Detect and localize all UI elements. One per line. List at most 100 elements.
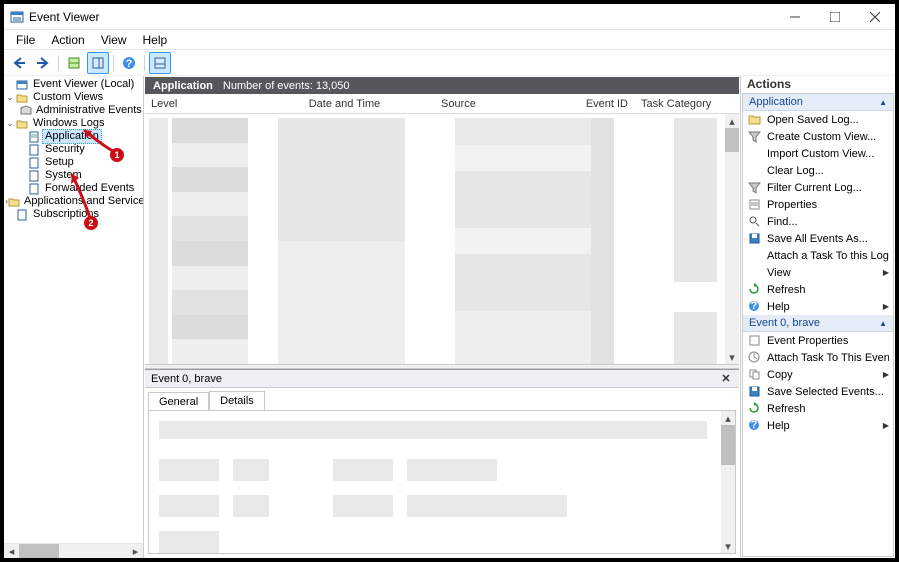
svg-text:?: ? bbox=[750, 300, 757, 312]
menu-file[interactable]: File bbox=[8, 31, 43, 49]
tree-event-viewer-root[interactable]: ▾Event Viewer (Local) bbox=[5, 78, 143, 91]
window-title: Event Viewer bbox=[29, 10, 775, 24]
submenu-arrow-icon: ▶ bbox=[883, 302, 889, 311]
navigation-tree-pane: ▾Event Viewer (Local) ⌄Custom Views ·Adm… bbox=[4, 76, 144, 558]
detail-body: ▴ ▾ bbox=[148, 410, 736, 554]
refresh-icon bbox=[747, 402, 761, 416]
action-help[interactable]: ?Help▶ bbox=[743, 298, 893, 315]
column-header-category[interactable]: Task Category bbox=[635, 98, 725, 110]
action-event-properties[interactable]: Event Properties bbox=[743, 332, 893, 349]
scroll-down-icon[interactable]: ▾ bbox=[721, 539, 735, 553]
action-refresh[interactable]: Refresh bbox=[743, 281, 893, 298]
action-clear-log[interactable]: Clear Log... bbox=[743, 162, 893, 179]
scrollbar-thumb[interactable] bbox=[19, 544, 59, 559]
minimize-button[interactable] bbox=[775, 4, 815, 30]
svg-text:?: ? bbox=[126, 58, 133, 70]
help-icon: ? bbox=[747, 419, 761, 433]
action-view[interactable]: View▶ bbox=[743, 264, 893, 281]
events-pane: Application Number of events: 13,050 Lev… bbox=[144, 76, 741, 558]
log-name-label: Application bbox=[153, 80, 213, 92]
column-header-date[interactable]: Date and Time bbox=[255, 98, 435, 110]
scroll-right-icon[interactable]: ▸ bbox=[128, 544, 143, 559]
submenu-arrow-icon: ▶ bbox=[883, 421, 889, 430]
action-filter-current-log[interactable]: Filter Current Log... bbox=[743, 179, 893, 196]
action-create-custom-view[interactable]: Create Custom View... bbox=[743, 128, 893, 145]
actions-title: Actions bbox=[741, 76, 895, 93]
close-button[interactable] bbox=[855, 4, 895, 30]
action-save-all-events[interactable]: Save All Events As... bbox=[743, 230, 893, 247]
actions-pane: Actions Application▲ Open Saved Log... C… bbox=[741, 76, 895, 558]
action-properties[interactable]: Properties bbox=[743, 196, 893, 213]
scroll-left-icon[interactable]: ◂ bbox=[4, 544, 19, 559]
chevron-up-icon: ▲ bbox=[879, 98, 887, 107]
scrollbar-thumb[interactable] bbox=[721, 425, 735, 465]
menubar: File Action View Help bbox=[4, 30, 895, 50]
find-icon bbox=[747, 215, 761, 229]
show-hide-action-pane-button[interactable] bbox=[87, 52, 109, 74]
save-icon bbox=[747, 232, 761, 246]
scrollbar-thumb[interactable] bbox=[725, 128, 739, 152]
blank-icon bbox=[747, 266, 761, 280]
detail-tabs: General Details bbox=[145, 388, 739, 410]
back-button[interactable] bbox=[8, 52, 30, 74]
menu-view[interactable]: View bbox=[93, 31, 135, 49]
events-grid[interactable]: ▴ ▾ bbox=[145, 114, 739, 364]
toolbar-separator bbox=[144, 55, 145, 71]
action-find[interactable]: Find... bbox=[743, 213, 893, 230]
column-header-level[interactable]: Level bbox=[145, 98, 255, 110]
tree-administrative-events[interactable]: ·Administrative Events bbox=[5, 104, 143, 117]
menu-action[interactable]: Action bbox=[43, 31, 92, 49]
actions-section-event[interactable]: Event 0, brave▲ bbox=[743, 315, 893, 332]
tree-subscriptions[interactable]: ·Subscriptions bbox=[5, 208, 143, 221]
events-vertical-scrollbar[interactable]: ▴ ▾ bbox=[725, 114, 739, 364]
submenu-arrow-icon: ▶ bbox=[883, 370, 889, 379]
scroll-up-icon[interactable]: ▴ bbox=[725, 114, 739, 128]
copy-icon bbox=[747, 368, 761, 382]
scroll-down-icon[interactable]: ▾ bbox=[725, 350, 739, 364]
detail-title: Event 0, brave bbox=[151, 373, 719, 385]
pixelated-content bbox=[159, 421, 707, 543]
event-detail-pane: Event 0, brave ✕ General Details bbox=[145, 369, 739, 557]
action-save-selected-events[interactable]: Save Selected Events... bbox=[743, 383, 893, 400]
task-icon bbox=[747, 351, 761, 365]
tree-apps-services-logs[interactable]: ›Applications and Services Lo bbox=[5, 195, 143, 208]
tree-system-log[interactable]: ·System bbox=[5, 169, 143, 182]
forward-button[interactable] bbox=[32, 52, 54, 74]
column-header-eventid[interactable]: Event ID bbox=[575, 98, 635, 110]
help-button[interactable]: ? bbox=[118, 52, 140, 74]
tree-custom-views[interactable]: ⌄Custom Views bbox=[5, 91, 143, 104]
titlebar: Event Viewer bbox=[4, 4, 895, 30]
toolbar-separator bbox=[58, 55, 59, 71]
pixelated-content bbox=[145, 114, 739, 364]
tree-forwarded-events[interactable]: ·Forwarded Events bbox=[5, 182, 143, 195]
preview-pane-button[interactable] bbox=[149, 52, 171, 74]
svg-text:?: ? bbox=[750, 419, 757, 431]
action-copy[interactable]: Copy▶ bbox=[743, 366, 893, 383]
properties-icon bbox=[747, 334, 761, 348]
save-icon bbox=[747, 385, 761, 399]
tab-general[interactable]: General bbox=[148, 392, 209, 411]
action-attach-task-event[interactable]: Attach Task To This Event... bbox=[743, 349, 893, 366]
tab-details[interactable]: Details bbox=[209, 391, 265, 410]
scroll-up-icon[interactable]: ▴ bbox=[721, 411, 735, 425]
detail-vertical-scrollbar[interactable]: ▴ ▾ bbox=[721, 411, 735, 553]
blank-icon bbox=[747, 164, 761, 178]
action-attach-task[interactable]: Attach a Task To this Log... bbox=[743, 247, 893, 264]
annotation-badge-2: 2 bbox=[84, 216, 98, 230]
maximize-button[interactable] bbox=[815, 4, 855, 30]
action-help-2[interactable]: ?Help▶ bbox=[743, 417, 893, 434]
tree-horizontal-scrollbar[interactable]: ◂ ▸ bbox=[4, 543, 143, 558]
action-import-custom-view[interactable]: Import Custom View... bbox=[743, 145, 893, 162]
toolbar: ? bbox=[4, 50, 895, 76]
action-open-saved-log[interactable]: Open Saved Log... bbox=[743, 111, 893, 128]
app-icon bbox=[10, 10, 24, 24]
show-hide-console-button[interactable] bbox=[63, 52, 85, 74]
action-refresh-2[interactable]: Refresh bbox=[743, 400, 893, 417]
menu-help[interactable]: Help bbox=[135, 31, 176, 49]
tree-application-log[interactable]: ·Application bbox=[5, 130, 143, 143]
actions-section-application[interactable]: Application▲ bbox=[743, 94, 893, 111]
chevron-up-icon: ▲ bbox=[879, 319, 887, 328]
blank-icon bbox=[747, 147, 761, 161]
column-header-source[interactable]: Source bbox=[435, 98, 575, 110]
detail-close-button[interactable]: ✕ bbox=[719, 372, 733, 386]
